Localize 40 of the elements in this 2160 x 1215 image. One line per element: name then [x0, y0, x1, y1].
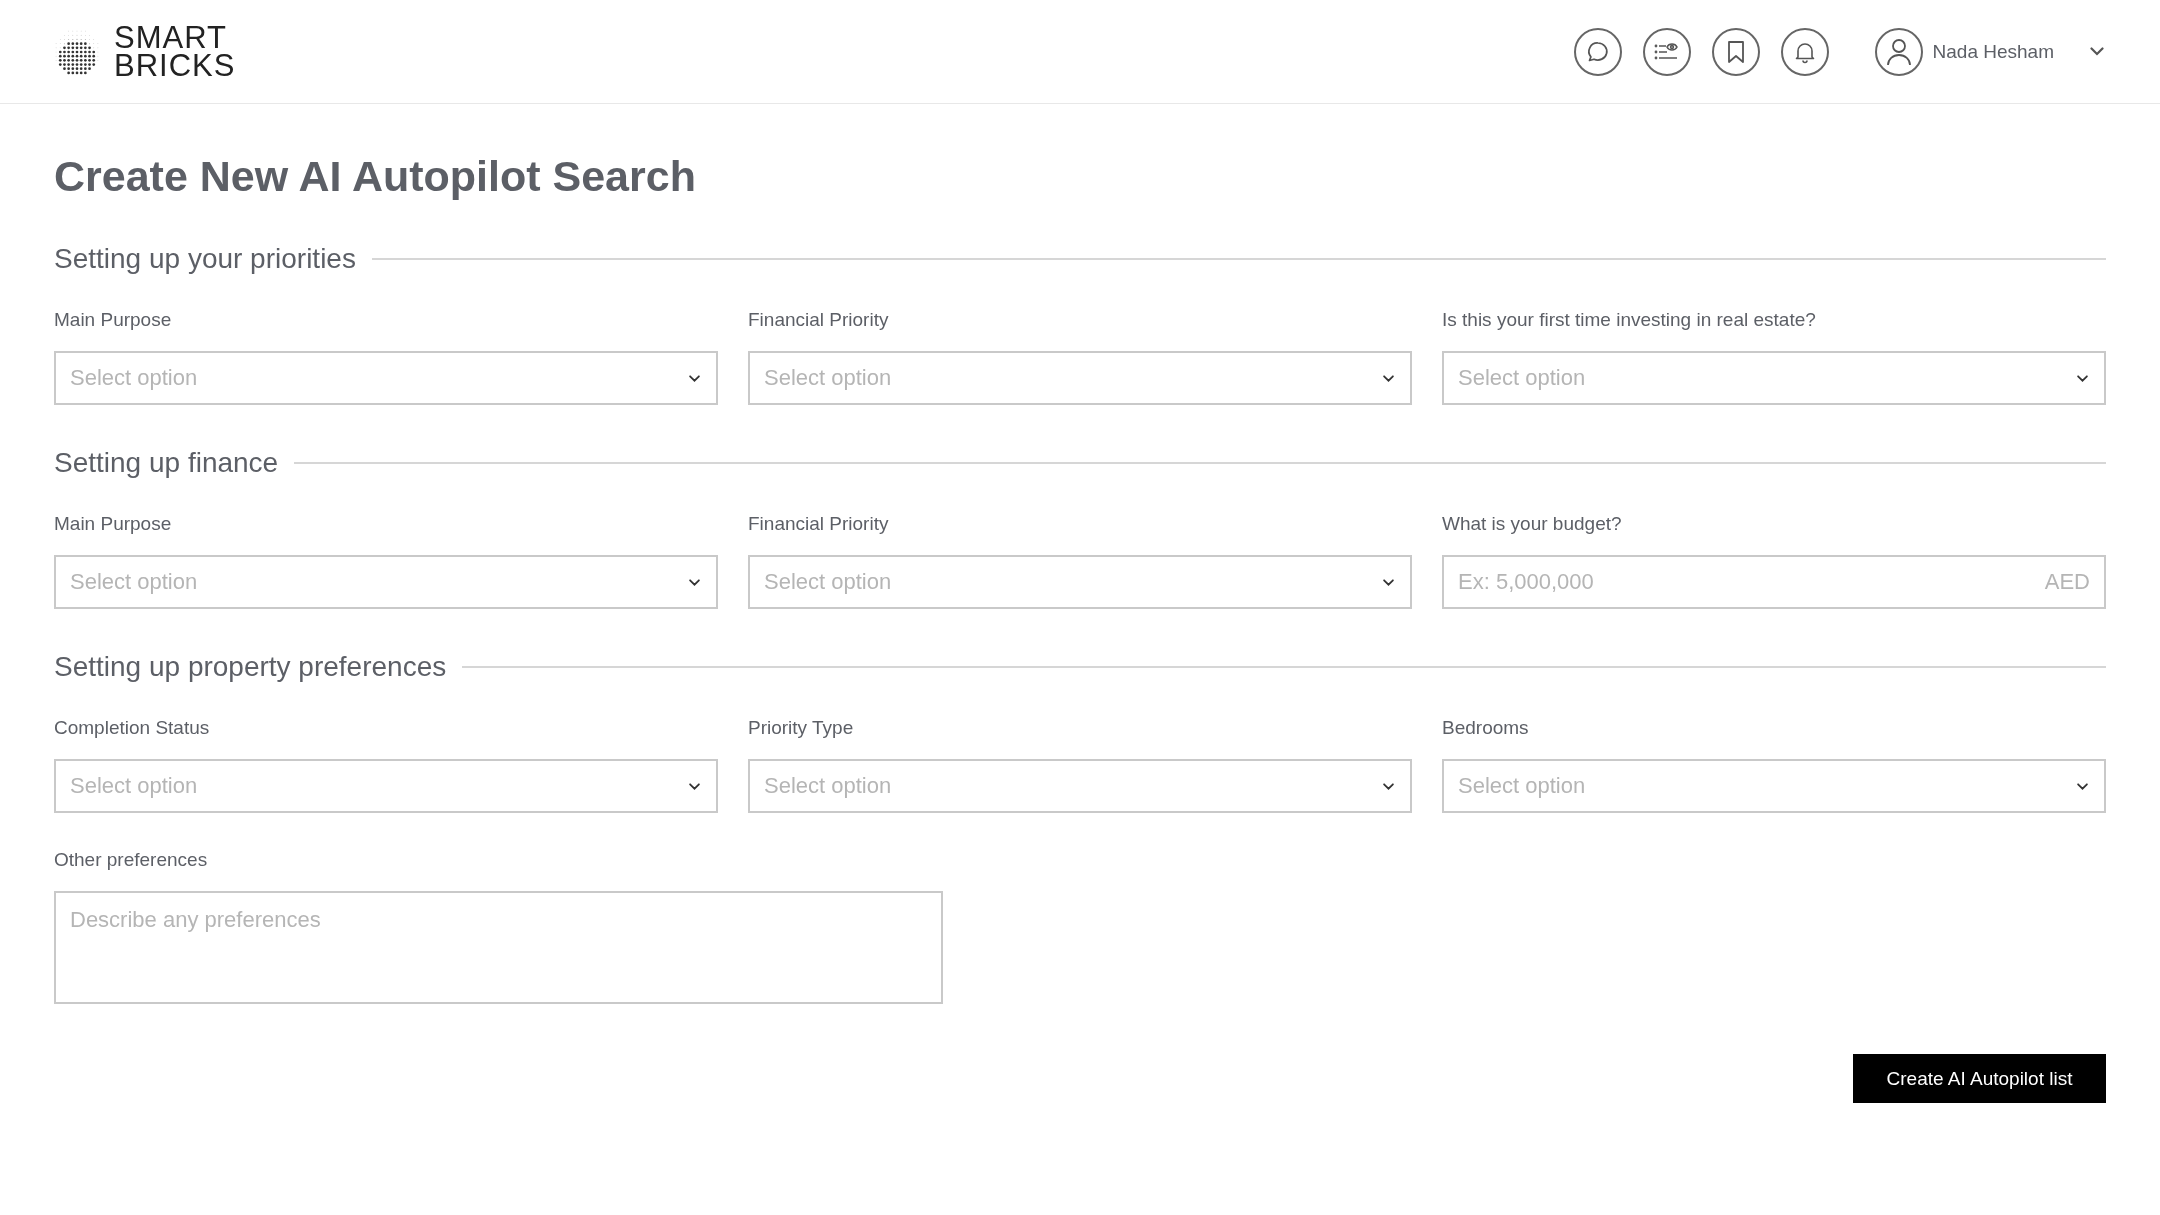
field-label: Main Purpose [54, 513, 173, 535]
field-label: Completion Status [54, 717, 211, 739]
currency-suffix: AED [2044, 569, 2090, 595]
chevron-down-icon [1383, 375, 1394, 382]
field-label: Priority Type [748, 717, 855, 739]
select-dropdown[interactable]: Select option [748, 351, 1412, 405]
field-label: Main Purpose [54, 309, 173, 331]
select-dropdown[interactable]: Select option [54, 759, 718, 813]
preferences-textarea[interactable]: Describe any preferences [54, 891, 943, 1004]
user-icon [1885, 37, 1912, 66]
select-dropdown[interactable]: Select option [748, 759, 1412, 813]
field-label: Bedrooms [1442, 717, 1530, 739]
create-list-button[interactable]: Create AI Autopilot list [1853, 1054, 2106, 1103]
chevron-down-icon [1383, 579, 1394, 586]
section-title: Setting up your priorities [54, 243, 356, 275]
chevron-down-icon [2077, 783, 2088, 790]
chevron-down-icon [2090, 47, 2104, 56]
field-label: Is this your first time investing in real estate? [1442, 309, 1817, 331]
select-dropdown[interactable]: Select option [1442, 759, 2106, 813]
select-dropdown[interactable]: Select option [54, 351, 718, 405]
field-label: Financial Priority [748, 513, 890, 535]
field-label: Other preferences [54, 849, 209, 871]
chevron-down-icon [2077, 375, 2088, 382]
section-title: Setting up property preferences [54, 651, 447, 683]
bookmark-icon [1726, 39, 1745, 64]
chevron-down-icon [689, 579, 700, 586]
chevron-down-icon [1383, 783, 1394, 790]
field-label: What is your budget? [1442, 513, 1623, 535]
chevron-down-icon [689, 375, 700, 382]
select-dropdown[interactable]: Select option [54, 555, 718, 609]
logo-text: BRICKS [114, 51, 236, 80]
field-label: Financial Priority [748, 309, 890, 331]
page-title: Create New AI Autopilot Search [54, 152, 697, 201]
select-dropdown[interactable]: Select option [748, 555, 1412, 609]
chat-bubble-icon [1585, 39, 1610, 64]
user-menu[interactable]: Nada Hesham [1874, 27, 2104, 76]
chevron-down-icon [689, 783, 700, 790]
select-dropdown[interactable]: Select option [1442, 351, 2106, 405]
section-title: Setting up finance [54, 447, 279, 479]
logo-text: SMART [114, 23, 227, 52]
